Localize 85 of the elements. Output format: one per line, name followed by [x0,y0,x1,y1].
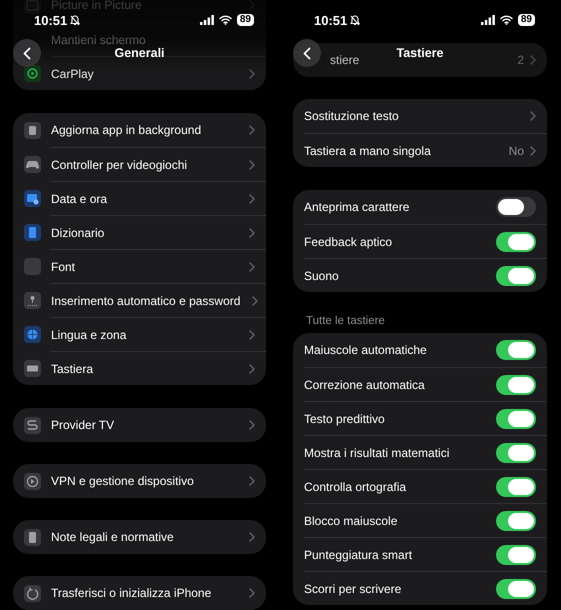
document-icon [24,528,41,546]
chevron-icon [249,194,255,204]
setting-label[interactable]: Anteprima carattere [304,200,410,214]
toggle-switch[interactable] [496,476,536,496]
chevron-icon [530,55,536,65]
back-button[interactable] [293,39,321,67]
toggle-switch[interactable] [496,544,536,564]
setting-label[interactable]: Testo predittivo [304,412,385,426]
book-icon [24,224,41,240]
chevron-icon [252,296,258,306]
chevron-icon [249,330,255,340]
chevron-icon [249,364,255,374]
setting-label[interactable]: Correzione automatica [304,378,425,392]
wifi-icon [500,15,513,25]
toggle-switch[interactable] [496,442,536,462]
setting-label[interactable]: Feedback aptico [304,234,392,248]
globe-icon [24,326,41,342]
chevron-icon [249,228,255,238]
signal-icon [480,15,495,25]
setting-label[interactable]: Mostra i risultati matematici [304,446,450,460]
setting-value: 2 [517,53,524,67]
setting-label[interactable]: Blocco maiuscole [304,514,398,528]
setting-label[interactable]: Trasferisci o inizializza iPhone [51,586,212,600]
gamepad-icon [24,156,41,172]
toggle-switch[interactable] [496,197,536,217]
setting-label[interactable]: Font [51,260,76,274]
setting-label[interactable]: Provider TV [51,418,114,432]
chevron-icon [530,111,536,121]
vpn-icon [24,472,41,490]
setting-label[interactable]: VPN e gestione dispositivo [51,474,194,488]
page-title: Generali [114,46,165,60]
chevron-icon [249,68,255,78]
key-icon [24,292,41,308]
signal-icon [200,15,214,25]
calendar-clock-icon [24,190,41,206]
toggle-switch[interactable] [496,232,536,252]
setting-label[interactable]: Punteggiatura smart [304,548,412,562]
carplay-icon [24,64,41,82]
chevron-icon [249,588,255,598]
setting-label[interactable]: stiere [330,53,360,67]
toggle-switch[interactable] [496,408,536,428]
picture-in-picture-icon [24,0,41,14]
wifi-icon [218,15,232,25]
bell-slash-icon [70,14,80,26]
setting-label[interactable]: Scorri per scrivere [304,582,402,596]
setting-label[interactable]: Sostituzione testo [304,109,399,123]
setting-label[interactable]: Tastiera a mano singola [304,144,431,158]
setting-label[interactable]: Aggiorna app in background [51,123,202,137]
chevron-icon [249,420,255,430]
chevron-icon [249,262,255,272]
page-title: Tastiere [396,46,444,60]
toggle-switch[interactable] [496,578,536,598]
setting-label[interactable]: Note legali e normative [51,530,174,544]
toggle-switch[interactable] [496,266,536,286]
setting-label[interactable]: Inserimento automatico e password [51,294,240,308]
toggle-switch[interactable] [496,340,536,360]
reset-icon [24,584,41,602]
status-time: 10:51 [34,12,68,28]
chevron-icon [530,146,536,156]
battery-level: 89 [518,14,535,26]
setting-label[interactable]: Suono [304,268,339,282]
setting-label[interactable]: Lingua e zona [51,328,126,342]
setting-label[interactable]: Dizionario [51,226,104,240]
chevron-icon [249,160,255,170]
bell-slash-icon [350,14,360,26]
status-time: 10:51 [314,12,348,28]
toggle-switch[interactable] [496,510,536,530]
setting-label[interactable]: Data e ora [51,192,108,206]
back-chevron-icon [23,46,31,60]
tv-provider-icon [24,416,41,434]
app-refresh-icon [24,122,41,138]
chevron-icon [249,125,255,135]
setting-label[interactable]: Controller per videogiochi [51,158,188,172]
battery-level: 89 [236,14,254,26]
chevron-icon [249,476,255,486]
toggle-switch[interactable] [496,374,536,394]
section-header: Tutte le tastiere [306,314,386,329]
setting-value: No [508,144,524,158]
setting-label[interactable]: CarPlay [51,66,94,80]
setting-label[interactable]: Maiuscole automatiche [304,343,427,357]
setting-label[interactable]: Controlla ortografia [304,480,406,494]
keyboard-icon [24,360,41,376]
setting-label[interactable]: Tastiera [51,362,94,376]
chevron-icon [249,532,255,542]
back-chevron-icon [303,46,311,60]
